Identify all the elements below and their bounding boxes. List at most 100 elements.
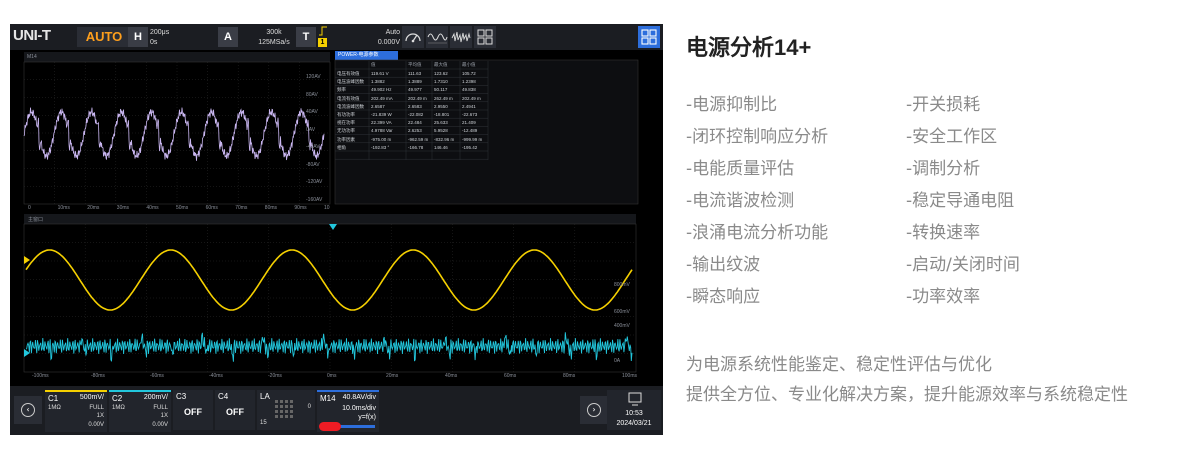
- measure-cell: 50.117: [434, 87, 448, 93]
- clock-date: 2024/03/21: [616, 420, 652, 427]
- main-x-tick: 80ms: [563, 373, 576, 379]
- measure-column-header: 最小值: [462, 62, 476, 67]
- sine-wave-icon[interactable]: [426, 26, 448, 48]
- measure-cell: -999.99 m: [462, 136, 483, 142]
- main-right-label: 800mV: [614, 282, 630, 288]
- measure-cell: 有功功率: [337, 112, 355, 117]
- main-x-tick: -80ms: [91, 373, 105, 379]
- measure-cell: 49.977: [408, 87, 422, 93]
- main-x-tick: 60ms: [504, 373, 517, 379]
- clock-panel[interactable]: 10:53 2024/03/21: [607, 390, 661, 430]
- trigger-key[interactable]: T: [296, 27, 316, 47]
- measure-cell: 5.9528: [434, 128, 448, 134]
- trigger-source-badge[interactable]: 1: [318, 38, 327, 47]
- channel-c4[interactable]: C4 OFF: [215, 390, 255, 430]
- feature-item: -电流谐波检测: [686, 191, 795, 211]
- measure-cell: 111.63: [408, 71, 422, 76]
- sample-rate-value[interactable]: 125MSa/s: [252, 38, 296, 47]
- rising-edge-icon[interactable]: [319, 26, 327, 36]
- record-indicator: [319, 422, 341, 431]
- measure-cell: 202.49 mA: [371, 95, 393, 101]
- measure-cell: 1.3882: [371, 79, 385, 85]
- measure-cell: 相角: [337, 144, 346, 150]
- channel-c2[interactable]: C2 200mV/ 1MΩ FULL 1X 0.00V: [109, 390, 171, 432]
- measure-cell: 电流波峰因数: [337, 103, 364, 109]
- gauge-icon[interactable]: [402, 26, 424, 48]
- math-window-label: M14: [27, 54, 37, 60]
- feature-item: -调制分析: [906, 159, 981, 179]
- top-bar: UNI-T AUTO H 200μs 0s A 300k 125MSa/s T …: [10, 24, 663, 50]
- feature-item: -稳定导通电阻: [906, 191, 1015, 211]
- math-x-tick: 60ms: [205, 205, 218, 211]
- measure-cell: 21.409: [462, 120, 476, 126]
- chevron-right-icon: ›: [587, 403, 601, 417]
- ch1-waveform: [25, 249, 633, 311]
- feature-item: -电源抑制比: [686, 95, 778, 115]
- horizontal-key[interactable]: H: [128, 27, 148, 47]
- math-channel[interactable]: M14 40.8AV/div 10.0ms/div y=f(x): [317, 390, 379, 432]
- main-x-tick: 20ms: [386, 373, 399, 379]
- measure-cell: -195.42: [462, 144, 478, 150]
- measure-cell: 1.7310: [434, 79, 448, 85]
- main-x-tick: -100ms: [32, 373, 49, 379]
- logic-analyzer[interactable]: LA 15 0: [257, 390, 315, 430]
- measure-cell: 49.902 Hz: [371, 87, 392, 93]
- page-title: 电源分析14+: [686, 35, 812, 60]
- menu-grid-icon[interactable]: [638, 26, 660, 48]
- measure-cell: 1.3889: [408, 79, 422, 85]
- delay-value[interactable]: 0s: [150, 38, 157, 47]
- measure-cell: 262.49 m: [434, 95, 453, 101]
- main-window-bar: [24, 214, 636, 224]
- brand-logo: UNI-T: [13, 27, 51, 44]
- measure-column-header: 最大值: [434, 62, 448, 67]
- acquire-key[interactable]: A: [218, 27, 238, 47]
- measure-cell: 202.49 m: [408, 95, 427, 101]
- feature-item: -闭环控制响应分析: [686, 127, 829, 147]
- measure-cell: 电压有效值: [337, 71, 360, 76]
- measure-cell: 2.6583: [408, 103, 422, 109]
- math-x-tick: 50ms: [176, 205, 189, 211]
- trigger-position-marker: [329, 224, 337, 230]
- math-x-tick: 10: [324, 205, 330, 211]
- feature-item: -开关损耗: [906, 95, 981, 115]
- feature-item: -浪涌电流分析功能: [686, 223, 829, 243]
- noise-wave-icon[interactable]: [450, 26, 472, 48]
- trigger-mode-value[interactable]: Auto: [360, 28, 400, 37]
- channel-c1[interactable]: C1 500mV/ 1MΩ FULL 1X 0.00V: [45, 390, 107, 432]
- main-window-label: 主窗口: [28, 217, 44, 223]
- bottom-bar: ‹ C1 500mV/ 1MΩ FULL 1X 0.00V C2 200mV/ …: [10, 386, 663, 435]
- measure-cell: 功率因素: [337, 136, 355, 142]
- math-y-tick: -40AV: [306, 144, 320, 150]
- measure-cell: 105.72: [462, 71, 476, 76]
- measure-cell: -21.839 W: [371, 112, 392, 117]
- auto-button[interactable]: AUTO: [77, 27, 131, 47]
- screen-share-icon: [628, 392, 642, 406]
- math-x-tick: 0: [28, 205, 31, 211]
- measure-cell: -166.78: [408, 144, 424, 150]
- next-button[interactable]: ›: [580, 396, 608, 424]
- trigger-level-value[interactable]: 0.000V: [360, 38, 400, 47]
- math-x-tick: 20ms: [87, 205, 100, 211]
- grid-icon[interactable]: [474, 26, 496, 48]
- main-right-label: 0A: [614, 358, 621, 364]
- main-x-tick: 100ms: [622, 373, 638, 379]
- measure-cell: 2.4941: [462, 103, 476, 109]
- points-value[interactable]: 300k: [254, 28, 294, 37]
- main-x-tick: -60ms: [150, 373, 164, 379]
- math-x-tick: 40ms: [146, 205, 159, 211]
- channel-c3[interactable]: C3 OFF: [173, 390, 213, 430]
- timebase-value[interactable]: 200μs: [150, 28, 169, 37]
- ch2-waveform: [25, 332, 633, 362]
- feature-item: -安全工作区: [906, 127, 998, 147]
- math-y-tick: 120AV: [306, 74, 321, 80]
- measure-cell: 22.484: [408, 120, 422, 126]
- measure-column-header: 平均值: [408, 62, 422, 67]
- measure-cell: 2.6587: [371, 103, 385, 109]
- measure-panel-header[interactable]: POWER-电源参数: [335, 51, 398, 60]
- prev-button[interactable]: ‹: [14, 396, 42, 424]
- main-x-tick: -40ms: [209, 373, 223, 379]
- chevron-left-icon: ‹: [21, 403, 35, 417]
- ch1-marker: [24, 256, 30, 264]
- ch2-marker: [24, 349, 30, 357]
- measure-cell: 119.61 V: [371, 71, 389, 76]
